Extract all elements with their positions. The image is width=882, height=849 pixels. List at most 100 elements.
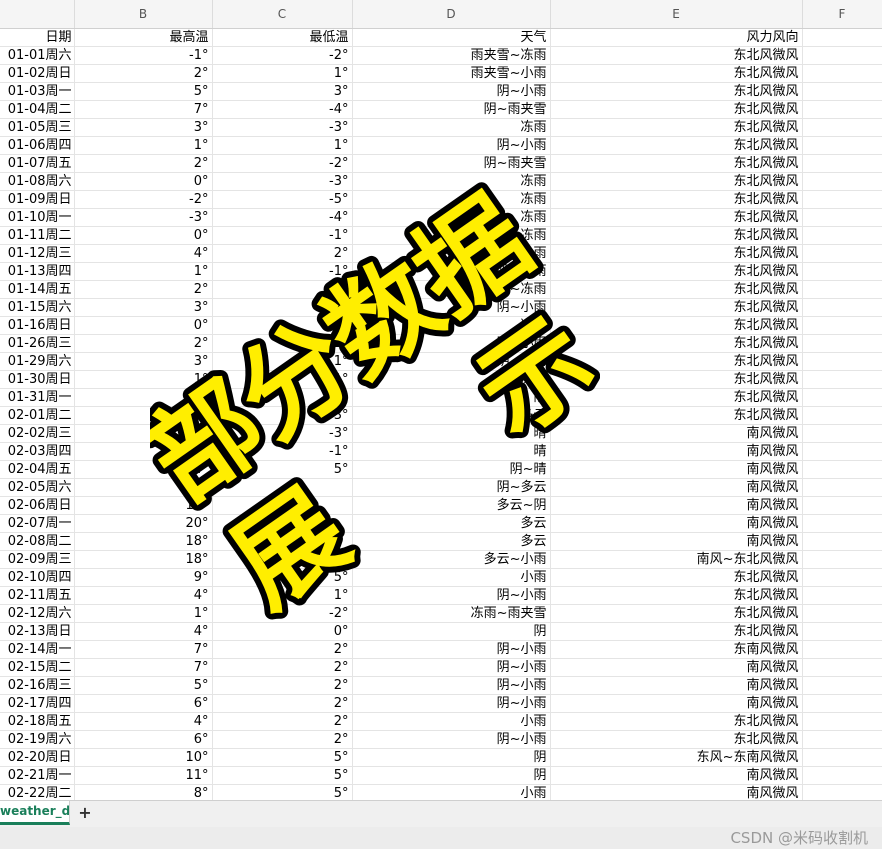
cell-f[interactable] xyxy=(802,712,882,731)
cell-low[interactable] xyxy=(212,496,353,515)
cell-wind[interactable]: 东北风微风 xyxy=(550,604,803,623)
cell-weather[interactable]: 阴~小雨 xyxy=(352,676,551,695)
cell-weather[interactable]: 阴~小雨 xyxy=(352,694,551,713)
column-header-c[interactable]: C xyxy=(212,0,353,29)
cell-weather[interactable]: 冻雨 xyxy=(352,226,551,245)
cell-low[interactable]: -3° xyxy=(212,118,353,137)
cell-high[interactable]: 0° xyxy=(74,316,213,335)
cell-f[interactable] xyxy=(802,118,882,137)
cell-date[interactable]: 01-08周六 xyxy=(0,172,75,191)
cell-high[interactable]: 0° xyxy=(74,172,213,191)
column-header-f[interactable]: F xyxy=(802,0,882,29)
cell-low[interactable]: -1° xyxy=(212,442,353,461)
cell-high[interactable]: 3° xyxy=(74,118,213,137)
cell-f[interactable] xyxy=(802,388,882,407)
cell-low[interactable]: -2° xyxy=(212,46,353,65)
cell-wind[interactable]: 南风~东北风微风 xyxy=(550,550,803,569)
cell-f[interactable] xyxy=(802,550,882,569)
cell-wind[interactable]: 南风微风 xyxy=(550,766,803,785)
cell-high[interactable]: 18° xyxy=(74,550,213,569)
cell-high[interactable]: 4° xyxy=(74,244,213,263)
cell-wind[interactable]: 东北风微风 xyxy=(550,622,803,641)
cell-date[interactable]: 01-06周四 xyxy=(0,136,75,155)
cell-high[interactable]: 3° xyxy=(74,298,213,317)
cell-f[interactable] xyxy=(802,100,882,119)
cell-weather[interactable]: 阴 xyxy=(352,622,551,641)
cell-f[interactable] xyxy=(802,208,882,227)
cell-wind[interactable]: 南风微风 xyxy=(550,496,803,515)
cell-date[interactable]: 02-20周日 xyxy=(0,748,75,767)
cell-date[interactable]: 02-04周五 xyxy=(0,460,75,479)
cell-f[interactable] xyxy=(802,424,882,443)
cell-high[interactable]: 1° xyxy=(74,262,213,281)
cell-date[interactable]: 01-03周一 xyxy=(0,82,75,101)
cell-weather[interactable]: 阴~雨夹雪 xyxy=(352,100,551,119)
cell-f[interactable] xyxy=(802,766,882,785)
cell-high[interactable]: 18° xyxy=(74,532,213,551)
cell-low[interactable]: 1° xyxy=(212,136,353,155)
cell-f[interactable] xyxy=(802,370,882,389)
cell-weather[interactable]: 阴~多云 xyxy=(352,478,551,497)
cell-wind[interactable]: 东北风微风 xyxy=(550,226,803,245)
cell-f[interactable] xyxy=(802,460,882,479)
cell-high[interactable]: 6° xyxy=(74,694,213,713)
sheet-tab-weather-data[interactable]: weather_data xyxy=(0,801,70,825)
cell-wind[interactable]: 东北风微风 xyxy=(550,154,803,173)
cell-low[interactable]: -1° xyxy=(212,262,353,281)
cell-weather[interactable]: 冻雨 xyxy=(352,208,551,227)
cell-date[interactable]: 02-03周四 xyxy=(0,442,75,461)
cell-high[interactable]: 4° xyxy=(74,712,213,731)
cell-wind[interactable]: 东北风微风 xyxy=(550,136,803,155)
cell-date[interactable]: 02-18周五 xyxy=(0,712,75,731)
cell-weather[interactable]: 冻雨 xyxy=(352,190,551,209)
cell-weather[interactable]: 阴~晴 xyxy=(352,460,551,479)
cell-low[interactable]: 1° xyxy=(212,64,353,83)
cell-f[interactable] xyxy=(802,262,882,281)
cell-low[interactable]: 2° xyxy=(212,640,353,659)
cell-high[interactable]: 11° xyxy=(74,766,213,785)
cell-low[interactable]: 1° xyxy=(212,586,353,605)
cell-low[interactable]: 5° xyxy=(212,460,353,479)
cell-date[interactable]: 02-12周六 xyxy=(0,604,75,623)
cell-low[interactable] xyxy=(212,550,353,569)
cell-f[interactable] xyxy=(802,298,882,317)
cell-low[interactable] xyxy=(212,514,353,533)
cell-weather[interactable]: 阴~小雨 xyxy=(352,658,551,677)
cell-date[interactable]: 02-11周五 xyxy=(0,586,75,605)
cell-high[interactable]: 4° xyxy=(74,622,213,641)
cell-high[interactable]: 1° xyxy=(74,136,213,155)
cell-f[interactable] xyxy=(802,784,882,800)
cell-weather[interactable]: 阴~雨夹雪 xyxy=(352,154,551,173)
cell-date-header[interactable]: 日期 xyxy=(0,28,75,47)
cell-date[interactable]: 01-13周四 xyxy=(0,262,75,281)
cell-date[interactable]: 01-29周六 xyxy=(0,352,75,371)
cell-high[interactable] xyxy=(74,388,213,407)
cell-f[interactable] xyxy=(802,226,882,245)
cell-weather[interactable]: 阴~小雨 xyxy=(352,298,551,317)
cell-wind[interactable]: 东北风微风 xyxy=(550,100,803,119)
cell-wind[interactable]: 东北风微风 xyxy=(550,370,803,389)
cell-weather[interactable]: 阴~冻雨 xyxy=(352,262,551,281)
cell-weather[interactable]: 冻雨~雨夹雪 xyxy=(352,604,551,623)
cell-wind[interactable]: 东北风微风 xyxy=(550,172,803,191)
cell-weather[interactable]: 雨夹雪~冻雨 xyxy=(352,46,551,65)
cell-weather[interactable]: 多云 xyxy=(352,532,551,551)
cell-f[interactable] xyxy=(802,172,882,191)
cell-high[interactable]: -3° xyxy=(74,208,213,227)
cell-wind[interactable]: 东北风微风 xyxy=(550,586,803,605)
cell-weather[interactable]: 阴~小雨 xyxy=(352,586,551,605)
cell-weather[interactable]: 阴~小雨 xyxy=(352,82,551,101)
cell-high-header[interactable]: 最高温 xyxy=(74,28,213,47)
cell-wind[interactable]: 东北风微风 xyxy=(550,82,803,101)
cell-wind[interactable]: 南风微风 xyxy=(550,424,803,443)
cell-f[interactable] xyxy=(802,442,882,461)
cell-f[interactable] xyxy=(802,586,882,605)
cell-date[interactable]: 01-14周五 xyxy=(0,280,75,299)
cell-weather[interactable]: 小雨 xyxy=(352,568,551,587)
cell-weather[interactable]: 冻雨 xyxy=(352,172,551,191)
cell-low[interactable]: -1° xyxy=(212,226,353,245)
cell-f[interactable] xyxy=(802,244,882,263)
cell-f[interactable] xyxy=(802,532,882,551)
cell-high[interactable]: 2° xyxy=(74,334,213,353)
cell-wind[interactable]: 东北风微风 xyxy=(550,730,803,749)
